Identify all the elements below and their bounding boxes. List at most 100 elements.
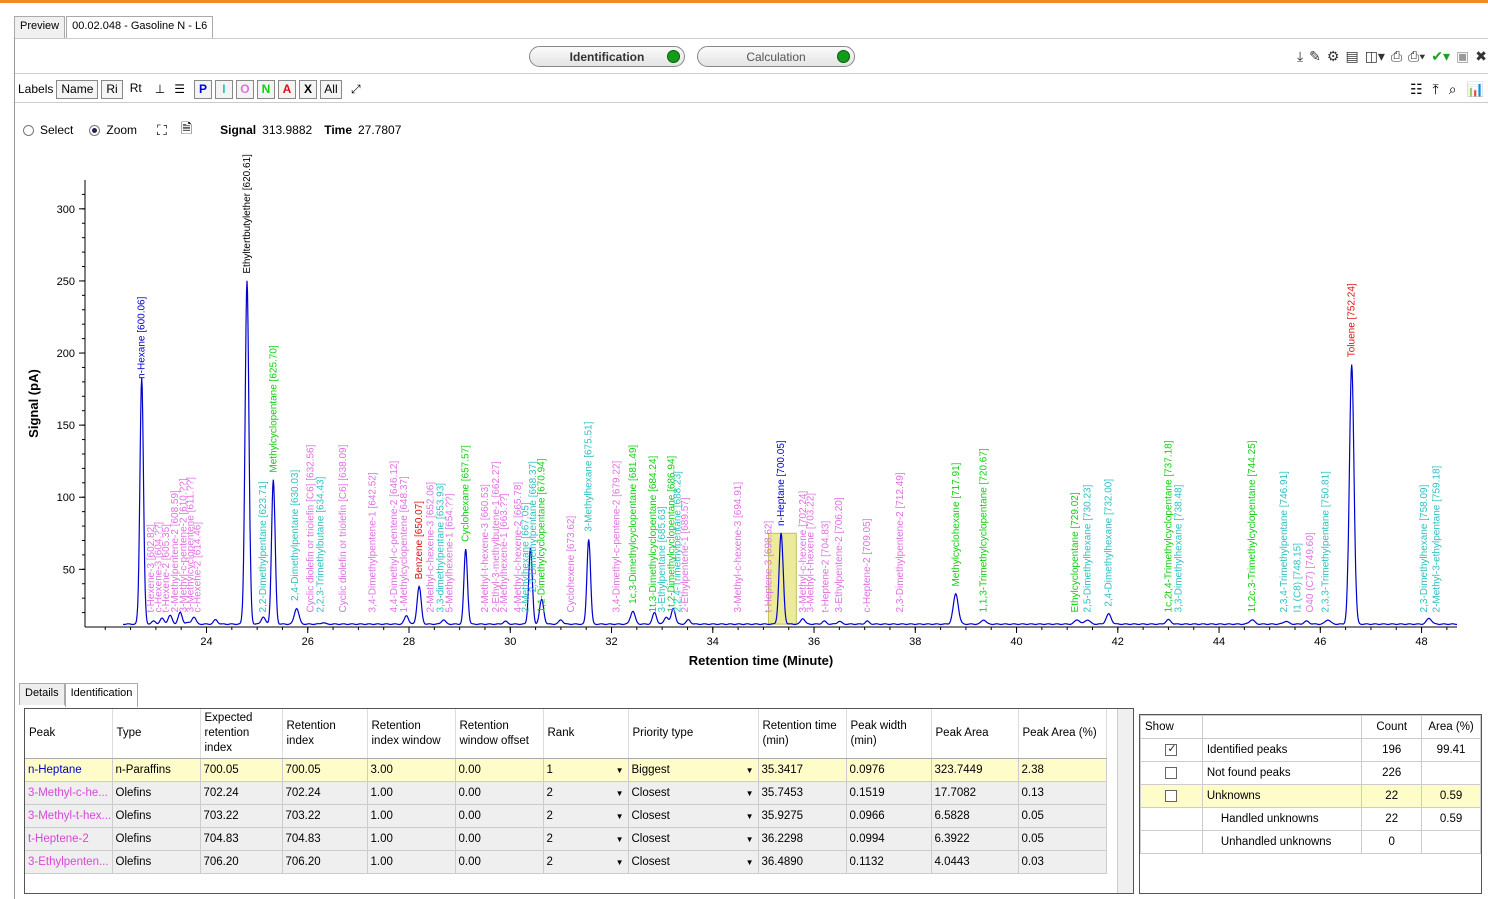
table-cell: 0.00 <box>455 781 544 805</box>
chevron-down-icon[interactable]: ▼ <box>746 766 754 775</box>
summary-label: Unhandled unknowns <box>1201 830 1363 854</box>
peak-label: O40 (C7) [749.60] <box>1305 532 1316 612</box>
x-axis-label: Retention time (Minute) <box>689 653 833 668</box>
table-cell: 0.0976 <box>846 758 932 782</box>
summary-count: 22 <box>1361 784 1423 808</box>
tab-details[interactable]: Details <box>19 683 65 705</box>
chevron-down-icon[interactable]: ▼ <box>616 766 624 775</box>
summary-row[interactable]: Unhandled unknowns 0 <box>1140 830 1481 854</box>
column-header[interactable]: Retention index <box>282 709 368 759</box>
chevron-down-icon[interactable]: ▼ <box>746 812 754 821</box>
table-cell: 700.05 <box>282 758 368 782</box>
peak-label: 2-Methyl-t-hexene-3 [660.53] <box>480 484 491 613</box>
summary-count: 226 <box>1361 761 1423 785</box>
chevron-down-icon[interactable]: ▼ <box>616 835 624 844</box>
y-tick-label: 50 <box>63 564 75 576</box>
column-header[interactable]: Peak Area <box>931 709 1019 759</box>
chevron-down-icon[interactable]: ▼ <box>746 789 754 798</box>
summary-row[interactable]: Handled unknowns 22 0.59 <box>1140 807 1481 831</box>
x-tick-label: 28 <box>403 636 415 648</box>
peak-label: 3,4-Dimethylpentene-1 [642.52] <box>368 472 379 612</box>
table-cell: 1.00 <box>367 827 456 851</box>
chevron-down-icon[interactable]: ▼ <box>616 789 624 798</box>
column-header[interactable]: Retention index window <box>367 709 456 759</box>
table-row[interactable]: n-Heptane n-Paraffins 700.05 700.05 3.00 0.00… <box>25 758 1107 782</box>
table-cell[interactable]: Biggest ▼ <box>628 758 759 782</box>
summary-row[interactable]: Unknowns 22 0.59 <box>1140 784 1481 808</box>
table-cell: 6.5828 <box>931 804 1019 828</box>
chevron-down-icon[interactable]: ▼ <box>746 858 754 867</box>
peak-label: Methylcyclohexane [717.91] <box>951 462 962 586</box>
table-cell: 703.22 <box>282 804 368 828</box>
peak-label: Methylcyclopentane [625.70] <box>268 345 279 473</box>
table-row[interactable]: 3-Methyl-t-hex... Olefins 703.22 703.22 1.00… <box>25 804 1107 828</box>
table-cell[interactable]: 1 ▼ <box>543 758 629 782</box>
summary-area: 0.59 <box>1421 807 1481 831</box>
table-cell[interactable]: 2 ▼ <box>543 827 629 851</box>
chevron-down-icon[interactable]: ▼ <box>616 858 624 867</box>
peak-label: 2,3-Dimethylhexane [758.09] <box>1419 484 1430 612</box>
column-header[interactable]: Retention window offset <box>455 709 544 759</box>
x-tick-label: 32 <box>605 636 617 648</box>
column-header[interactable]: Retention time (min) <box>758 709 847 759</box>
table-cell: 17.7082 <box>931 781 1019 805</box>
column-header[interactable]: Peak Area (%) <box>1018 709 1107 759</box>
show-cell <box>1140 784 1203 808</box>
table-cell: 6.3922 <box>931 827 1019 851</box>
table-cell[interactable]: 2 ▼ <box>543 804 629 828</box>
column-header[interactable]: Rank <box>543 709 629 759</box>
peak-label: n-Hexane [600.06] <box>137 296 148 379</box>
show-checkbox[interactable] <box>1165 766 1178 779</box>
summary-row[interactable]: Identified peaks19699.41 <box>1140 738 1481 762</box>
table-cell[interactable]: Closest ▼ <box>628 827 759 851</box>
peak-table-container: Peak Type Expected retention index Retentio… <box>24 708 1134 894</box>
peak-label: 2,4-Dimethylpentane [630.03] <box>290 470 301 601</box>
table-cell: 0.1132 <box>846 850 932 874</box>
y-tick-label: 150 <box>57 420 75 432</box>
table-row[interactable]: 3-Methyl-c-he... Olefins 702.24 702.24 1.00 0… <box>25 781 1107 805</box>
y-tick-label: 300 <box>57 204 75 216</box>
chromatogram-chart[interactable]: 24 26 28 30 32 34 36 38 40 42 44 46 48 50 100 150 200 250… <box>0 0 1488 680</box>
peak-label: I1 (C8) [748.15] <box>1293 543 1304 613</box>
summary-header <box>1201 715 1363 739</box>
table-cell: 706.20 <box>200 850 283 874</box>
table-cell: 704.83 <box>200 827 283 851</box>
x-tick-label: 40 <box>1010 636 1022 648</box>
table-cell[interactable]: 2 ▼ <box>543 781 629 805</box>
vertical-scrollbar[interactable] <box>1117 709 1133 893</box>
table-cell: 1.00 <box>367 804 456 828</box>
summary-label: Unknowns <box>1201 784 1363 808</box>
table-cell: Olefins <box>112 781 201 805</box>
peak-table: Peak Type Expected retention index Retentio… <box>25 709 1107 874</box>
chevron-down-icon[interactable]: ▼ <box>746 835 754 844</box>
peak-label: 2,3-Dimethylpentene-2 [712.49] <box>895 472 906 612</box>
peak-label: 2,3,4-Trimethylpentane [746.91] <box>1279 471 1290 613</box>
table-cell: 0.03 <box>1018 850 1107 874</box>
column-header[interactable]: Peak width (min) <box>846 709 932 759</box>
table-row[interactable]: t-Heptene-2 Olefins 704.83 704.83 1.00 0.00 2 ▼… <box>25 827 1107 851</box>
y-tick-label: 100 <box>57 492 75 504</box>
summary-header: Show <box>1140 715 1203 739</box>
column-header[interactable]: Type <box>112 709 201 759</box>
table-cell[interactable]: Closest ▼ <box>628 781 759 805</box>
table-row[interactable]: 3-Ethylpenten... Olefins 706.20 706.20 1.00 0… <box>25 850 1107 874</box>
column-header[interactable]: Expected retention index <box>200 709 283 759</box>
peak-label: 3-Methylhexane [675.51] <box>584 421 595 531</box>
peak-label: 1,1-Dimethylcyclopentane [670.94] <box>537 458 548 612</box>
tab-identification[interactable]: Identification <box>64 683 139 707</box>
x-tick-label: 30 <box>504 636 516 648</box>
show-checkbox[interactable] <box>1165 789 1178 802</box>
show-checkbox[interactable] <box>1165 742 1178 756</box>
y-tick-label: 250 <box>57 276 75 288</box>
peak-label: 3,4-Dimethyl-c-pentene-2 [679.22] <box>612 460 623 612</box>
chevron-down-icon[interactable]: ▼ <box>616 812 624 821</box>
table-cell: 0.13 <box>1018 781 1107 805</box>
summary-row[interactable]: Not found peaks 226 <box>1140 761 1481 785</box>
table-cell[interactable]: Closest ▼ <box>628 804 759 828</box>
table-cell[interactable]: 2 ▼ <box>543 850 629 874</box>
table-cell[interactable]: Closest ▼ <box>628 850 759 874</box>
peak-label: 1,1,3-Trimethylcyclopentane [720.67] <box>979 448 990 612</box>
column-header[interactable]: Peak <box>25 709 113 759</box>
peak-label: 2,3,3-Trimethylpentane [750.81] <box>1320 471 1331 613</box>
column-header[interactable]: Priority type <box>628 709 759 759</box>
